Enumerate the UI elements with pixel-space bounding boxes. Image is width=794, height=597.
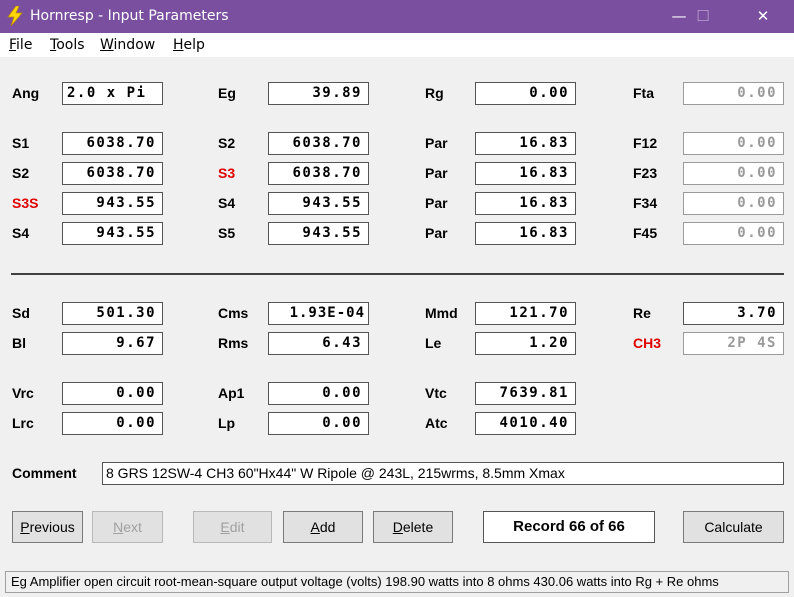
ch3-label: CH3 [633, 335, 662, 351]
s5-field[interactable]: 943.55 [268, 222, 369, 245]
f34-field: 0.00 [683, 192, 784, 215]
f12-label: F12 [633, 135, 658, 151]
delete-button[interactable]: Delete [373, 511, 453, 543]
bl-label: Bl [12, 335, 26, 351]
s2b-label: S2 [12, 165, 30, 181]
section-divider [11, 273, 784, 275]
sd-label: Sd [12, 305, 30, 321]
par4-field[interactable]: 16.83 [475, 222, 576, 245]
menu-tools[interactable]: Tools [50, 37, 85, 53]
par4-label: Par [425, 225, 448, 241]
ang-label: Ang [12, 85, 40, 101]
f45-field: 0.00 [683, 222, 784, 245]
lp-field[interactable]: 0.00 [268, 412, 369, 435]
s3-field[interactable]: 6038.70 [268, 162, 369, 185]
menu-help[interactable]: Help [173, 37, 205, 53]
sd-field[interactable]: 501.30 [62, 302, 163, 325]
comment-label: Comment [12, 465, 77, 481]
ch3-field: 2P 4S [683, 332, 784, 355]
f23-field: 0.00 [683, 162, 784, 185]
le-label: Le [425, 335, 442, 351]
maximize-button[interactable]: ☐ [680, 0, 726, 33]
s3s-label: S3S [12, 195, 39, 211]
s5-label: S5 [218, 225, 236, 241]
atc-field[interactable]: 4010.40 [475, 412, 576, 435]
rg-label: Rg [425, 85, 444, 101]
edit-button[interactable]: Edit [193, 511, 272, 543]
par2-label: Par [425, 165, 448, 181]
menu-bar: File Tools Window Help [0, 33, 794, 57]
par3-label: Par [425, 195, 448, 211]
menu-window[interactable]: Window [100, 37, 155, 53]
bl-field[interactable]: 9.67 [62, 332, 163, 355]
le-field[interactable]: 1.20 [475, 332, 576, 355]
title-bar: Hornresp - Input Parameters — ☐ ✕ [0, 0, 794, 33]
eg-field[interactable]: 39.89 [268, 82, 369, 105]
s3-label: S3 [218, 165, 236, 181]
comment-field[interactable]: 8 GRS 12SW-4 CH3 60"Hx44" W Ripole @ 243… [102, 462, 784, 485]
ang-field[interactable]: 2.0 x Pi [62, 82, 163, 105]
s4b-field[interactable]: 943.55 [62, 222, 163, 245]
par1-label: Par [425, 135, 448, 151]
ap1-field[interactable]: 0.00 [268, 382, 369, 405]
par2-field[interactable]: 16.83 [475, 162, 576, 185]
ap1-label: Ap1 [218, 385, 245, 401]
fta-field: 0.00 [683, 82, 784, 105]
record-indicator: Record 66 of 66 [483, 511, 655, 543]
add-button[interactable]: Add [283, 511, 363, 543]
fta-label: Fta [633, 85, 654, 101]
vtc-field[interactable]: 7639.81 [475, 382, 576, 405]
vrc-field[interactable]: 0.00 [62, 382, 163, 405]
calculate-button[interactable]: Calculate [683, 511, 784, 543]
f34-label: F34 [633, 195, 658, 211]
f23-label: F23 [633, 165, 658, 181]
mmd-label: Mmd [425, 305, 458, 321]
atc-label: Atc [425, 415, 448, 431]
s3s-field[interactable]: 943.55 [62, 192, 163, 215]
s4-label: S4 [218, 195, 236, 211]
s2b-field[interactable]: 6038.70 [62, 162, 163, 185]
s1-label: S1 [12, 135, 30, 151]
previous-button[interactable]: Previous [12, 511, 83, 543]
s4-field[interactable]: 943.55 [268, 192, 369, 215]
par1-field[interactable]: 16.83 [475, 132, 576, 155]
lrc-field[interactable]: 0.00 [62, 412, 163, 435]
re-label: Re [633, 305, 651, 321]
s2-label: S2 [218, 135, 236, 151]
rms-field[interactable]: 6.43 [268, 332, 369, 355]
eg-label: Eg [218, 85, 236, 101]
lrc-label: Lrc [12, 415, 34, 431]
menu-file[interactable]: File [9, 37, 32, 53]
cms-field[interactable]: 1.93E-04 [268, 302, 369, 325]
window-title: Hornresp - Input Parameters [30, 8, 229, 24]
mmd-field[interactable]: 121.70 [475, 302, 576, 325]
f12-field: 0.00 [683, 132, 784, 155]
rms-label: Rms [218, 335, 249, 351]
re-field[interactable]: 3.70 [683, 302, 784, 325]
close-button[interactable]: ✕ [740, 0, 786, 33]
next-button[interactable]: Next [92, 511, 163, 543]
s1-field[interactable]: 6038.70 [62, 132, 163, 155]
par3-field[interactable]: 16.83 [475, 192, 576, 215]
cms-label: Cms [218, 305, 249, 321]
vtc-label: Vtc [425, 385, 447, 401]
lp-label: Lp [218, 415, 236, 431]
lightning-bolt-icon [7, 6, 23, 26]
s2-field[interactable]: 6038.70 [268, 132, 369, 155]
status-bar: Eg Amplifier open circuit root-mean-squa… [5, 571, 789, 593]
vrc-label: Vrc [12, 385, 34, 401]
s4b-label: S4 [12, 225, 30, 241]
f45-label: F45 [633, 225, 658, 241]
rg-field[interactable]: 0.00 [475, 82, 576, 105]
